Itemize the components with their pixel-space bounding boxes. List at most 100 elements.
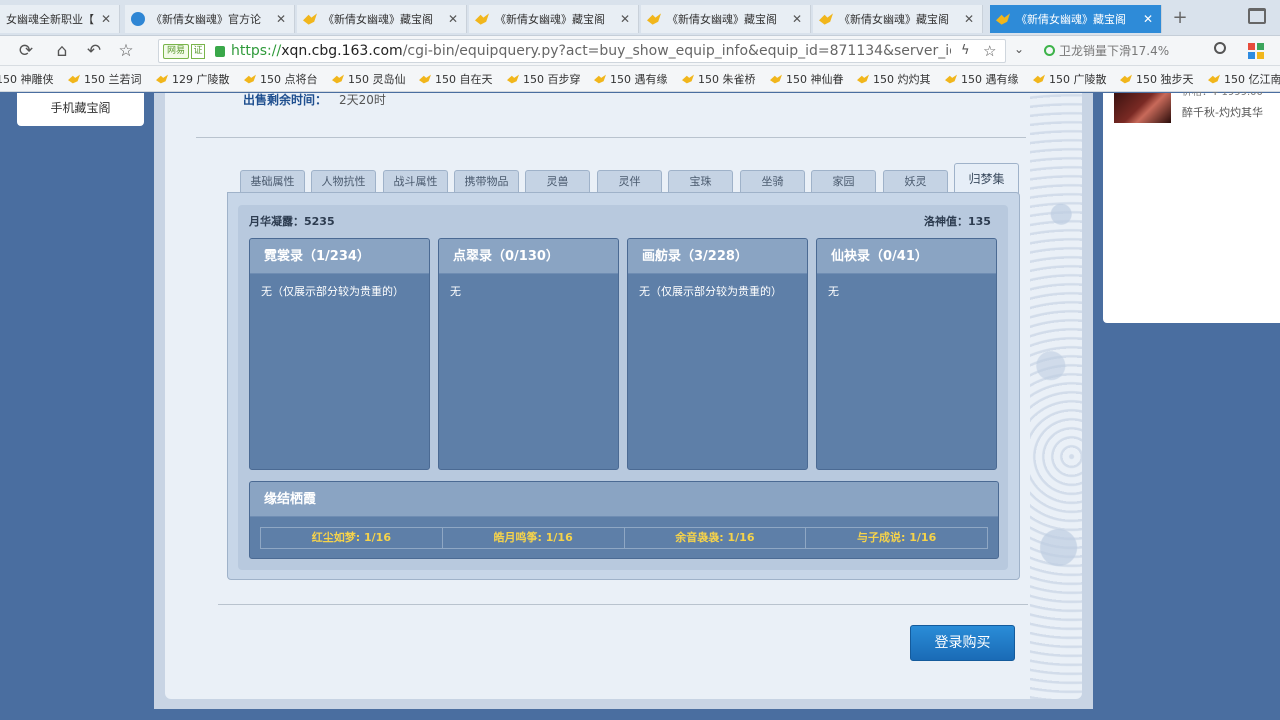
tab-title: 《新倩女幽魂》藏宝阁 [1016, 13, 1126, 26]
tab-resistance[interactable]: 人物抗性 [311, 170, 376, 192]
close-icon[interactable]: ✕ [790, 12, 804, 26]
bookmark-label: 150 广陵散 [1049, 73, 1107, 86]
decorative-flower-pattern [1030, 93, 1082, 699]
bookmark-item[interactable]: 150 独步天 [1120, 71, 1194, 87]
browser-tab-active[interactable]: 《新倩女幽魂》藏宝阁 ✕ [990, 5, 1162, 33]
browser-tab-4[interactable]: 《新倩女幽魂》藏宝阁 ✕ [469, 5, 639, 33]
tab-dream-collection[interactable]: 归梦集 [954, 163, 1019, 193]
bookmark-label: 150 亿江南 [1224, 73, 1280, 86]
tab-jewel[interactable]: 宝珠 [668, 170, 733, 192]
close-icon[interactable]: ✕ [1141, 12, 1155, 26]
tab-spirit-companion[interactable]: 灵伴 [597, 170, 662, 192]
bookmark-item[interactable]: 150 遇有缘 [594, 71, 668, 87]
browser-tab-2[interactable]: 《新倩女幽魂》官方论 ✕ [125, 5, 295, 33]
bird-icon [1208, 74, 1220, 84]
browser-tab-5[interactable]: 《新倩女幽魂》藏宝阁 ✕ [641, 5, 811, 33]
shirt-icon[interactable] [1248, 8, 1266, 24]
bookmark-item[interactable]: 150 亿江南 [1208, 71, 1280, 87]
record-title: 画舫录（3/228） [628, 239, 807, 274]
tab-mount[interactable]: 坐骑 [740, 170, 805, 192]
fate-item: 余音袅袅: 1/16 [625, 528, 807, 548]
url-input[interactable]: 网易 证 https://xqn.cbg.163.com/cgi-bin/equ… [158, 39, 1006, 63]
bookmark-item[interactable]: 150 朱雀桥 [682, 71, 756, 87]
tab-spirit-beast[interactable]: 灵兽 [525, 170, 590, 192]
bookmark-item[interactable]: 150 灼灼其 [857, 71, 931, 87]
mobile-cbg-link[interactable]: 手机藏宝阁 [17, 93, 144, 126]
bookmark-label: 150 兰若词 [84, 73, 142, 86]
close-icon[interactable]: ✕ [446, 12, 460, 26]
bookmark-item[interactable]: 150 点将台 [244, 71, 318, 87]
chevron-down-icon[interactable]: ⌄ [1014, 42, 1024, 56]
bolt-icon[interactable]: ϟ [961, 43, 970, 58]
browser-tab-3[interactable]: 《新倩女幽魂》藏宝阁 ✕ [297, 5, 467, 33]
bookmark-label: 150 神雕侠 [0, 73, 54, 86]
record-title: 霓裳录（1/234） [250, 239, 429, 274]
bird-icon [647, 13, 661, 25]
tab-combat-attributes[interactable]: 战斗属性 [383, 170, 448, 192]
news-ticker[interactable]: 卫龙销量下滑17.4% [1044, 42, 1169, 59]
bird-icon [996, 13, 1010, 25]
url-text[interactable]: https://xqn.cbg.163.com/cgi-bin/equipque… [231, 43, 951, 59]
tab-demon-spirit[interactable]: 妖灵 [883, 170, 948, 192]
bookmark-label: 150 灵岛仙 [348, 73, 406, 86]
browser-tab-6[interactable]: 《新倩女幽魂》藏宝阁 ✕ [813, 5, 983, 33]
bookmark-item[interactable]: 150 百步穿 [507, 71, 581, 87]
lock-icon [215, 46, 225, 57]
bookmark-item[interactable]: 150 自在天 [419, 71, 493, 87]
bookmark-item[interactable]: 150 灵岛仙 [332, 71, 406, 87]
bird-icon [156, 74, 168, 84]
bookmarks-bar: 150 神雕侠 150 兰若词 129 广陵散 150 点将台 150 灵岛仙 … [0, 66, 1280, 92]
close-icon[interactable]: ✕ [618, 12, 632, 26]
bookmark-item[interactable]: 150 神雕侠 [0, 71, 54, 87]
bookmark-item[interactable]: 150 神仙眷 [770, 71, 844, 87]
search-icon[interactable] [1214, 42, 1226, 54]
bookmark-label: 150 点将台 [260, 73, 318, 86]
divider [196, 137, 1026, 138]
tab-title: 《新倩女幽魂》藏宝阁 [495, 13, 605, 26]
record-body: 无（仅展示部分较为贵重的） [261, 285, 404, 298]
bookmark-star-icon[interactable]: ☆ [116, 41, 136, 61]
cert-badge: 证 [191, 44, 205, 59]
bird-icon [68, 74, 80, 84]
bird-icon [1120, 74, 1132, 84]
tab-basic-attributes[interactable]: 基础属性 [240, 170, 305, 192]
bird-icon [507, 74, 519, 84]
close-icon[interactable]: ✕ [274, 12, 288, 26]
close-icon[interactable]: ✕ [962, 12, 976, 26]
fate-item: 皓月鸣筝: 1/16 [443, 528, 625, 548]
login-buy-button[interactable]: 登录购买 [910, 625, 1015, 661]
luoshen-value-stat: 洛神值：135 [924, 215, 991, 228]
divider [218, 604, 1028, 605]
favorite-star-icon[interactable]: ☆ [983, 42, 996, 60]
bookmark-item[interactable]: 129 广陵散 [156, 71, 230, 87]
fate-items-row: 红尘如梦: 1/16 皓月鸣筝: 1/16 余音袅袅: 1/16 与子成说: 1… [260, 527, 988, 549]
bird-icon [332, 74, 344, 84]
bird-icon [819, 13, 833, 25]
fate-qixia-box: 缘结栖霞 红尘如梦: 1/16 皓月鸣筝: 1/16 余音袅袅: 1/16 与子… [249, 481, 999, 559]
home-icon[interactable]: ⌂ [52, 41, 72, 61]
browser-tab-1[interactable]: 女幽魂全新职业【 ✕ [0, 5, 120, 33]
close-icon[interactable]: ✕ [99, 12, 113, 26]
bird-icon [682, 74, 694, 84]
new-tab-button[interactable]: + [1170, 8, 1190, 28]
apps-icon[interactable] [1248, 43, 1264, 59]
tab-title: 《新倩女幽魂》官方论 [151, 13, 261, 26]
seller-name[interactable]: 醉千秋-灼灼其华 [1182, 104, 1263, 120]
tab-title: 《新倩女幽魂》藏宝阁 [323, 13, 433, 26]
tab-home[interactable]: 家园 [811, 170, 876, 192]
bookmark-item[interactable]: 150 广陵散 [1033, 71, 1107, 87]
refresh-icon[interactable]: ⟳ [16, 41, 36, 61]
undo-icon[interactable]: ↶ [84, 41, 104, 61]
fate-item: 红尘如梦: 1/16 [261, 528, 443, 548]
bookmark-label: 150 神仙眷 [786, 73, 844, 86]
tab-carried-items[interactable]: 携带物品 [454, 170, 519, 192]
bookmark-item[interactable]: 150 遇有缘 [945, 71, 1019, 87]
news-icon [1044, 45, 1055, 56]
bookmark-item[interactable]: 150 兰若词 [68, 71, 142, 87]
sale-time-value: 2天20时 [339, 93, 386, 107]
bookmark-label: 150 灼灼其 [873, 73, 931, 86]
fate-title: 缘结栖霞 [250, 482, 998, 517]
bookmark-label: 150 百步穿 [523, 73, 581, 86]
sale-remaining-time: 出售剩余时间： 2天20时 [243, 91, 386, 108]
record-body: 无（仅展示部分较为贵重的） [639, 285, 782, 298]
